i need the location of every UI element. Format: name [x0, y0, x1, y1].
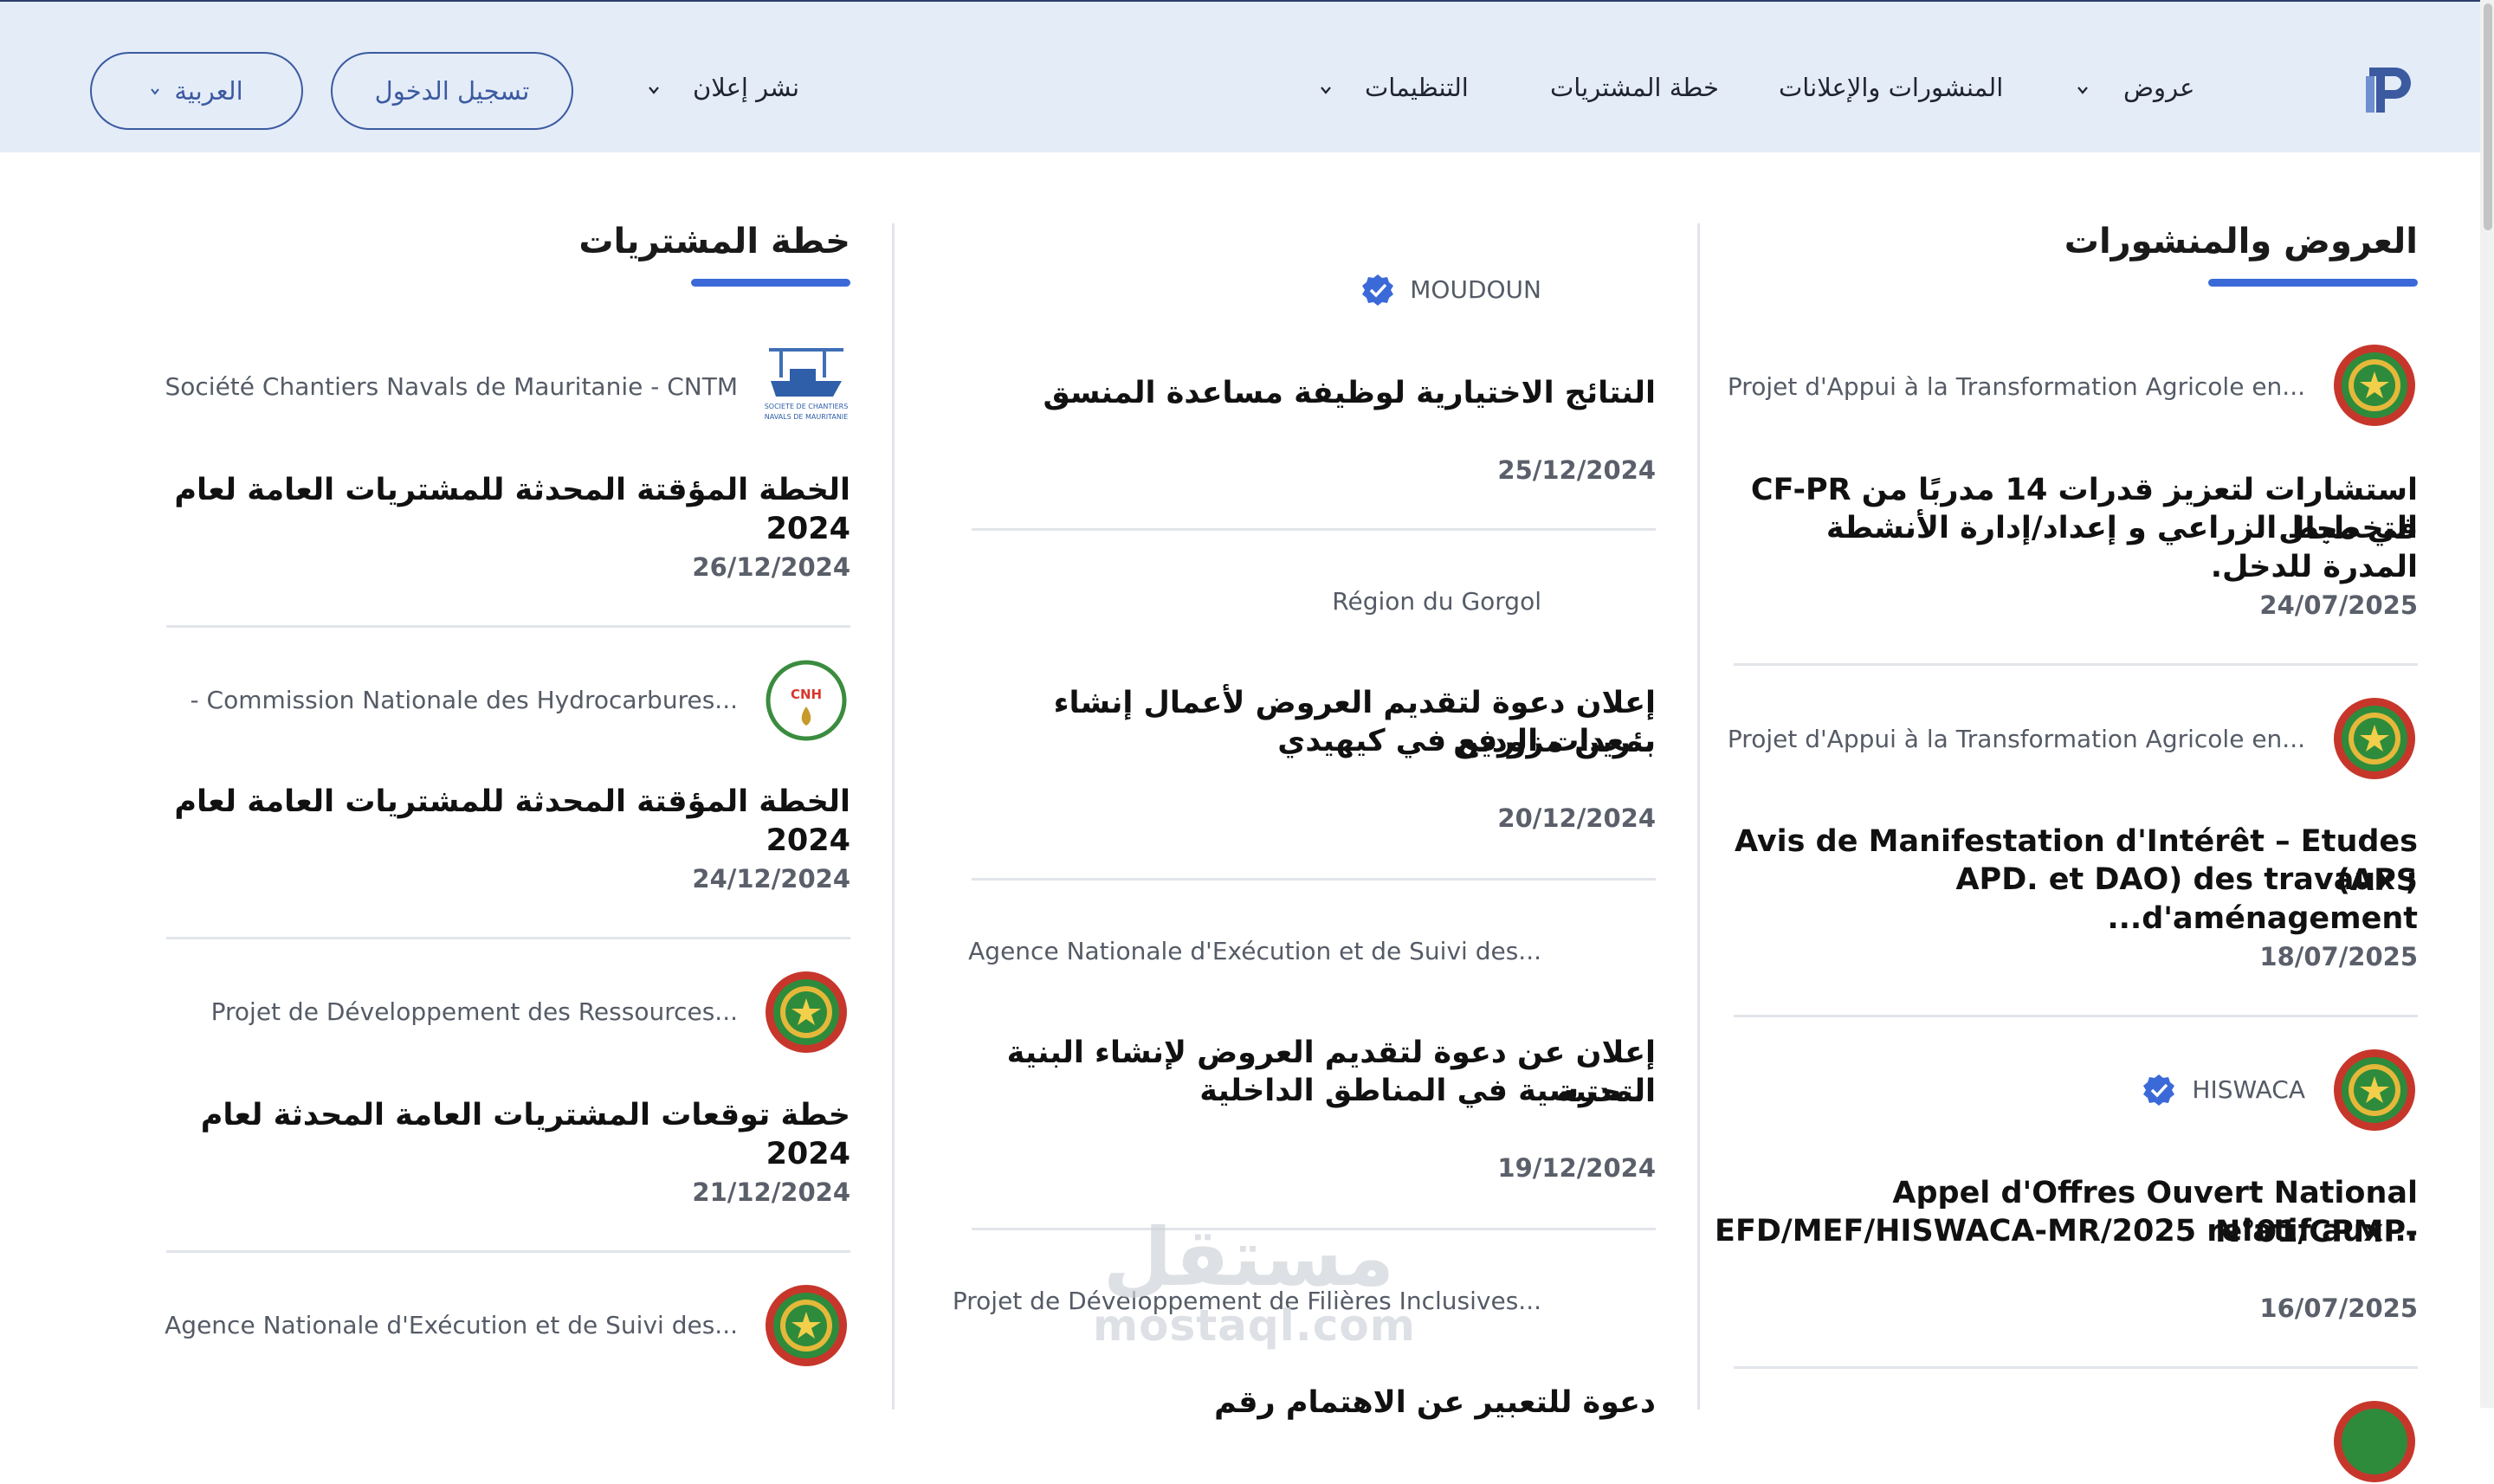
- item-separator: [972, 528, 1656, 531]
- section-underline: [691, 279, 850, 287]
- org-name: Projet de Développement des Ressources..…: [210, 997, 738, 1026]
- nav-procurement-plan[interactable]: خطة المشتريات: [1550, 73, 1719, 102]
- item-separator: [166, 625, 850, 628]
- item-title-line[interactable]: التخطيط الزراعي و إعداد/إدارة الأنشطة ال…: [1725, 509, 2418, 587]
- mauritania-seal-icon: [766, 1285, 847, 1366]
- item-date: 26/12/2024: [692, 552, 850, 582]
- column-divider: [892, 223, 895, 1410]
- item-date: 24/07/2025: [2259, 590, 2418, 620]
- scrollbar-thumb[interactable]: [2484, 3, 2492, 230]
- org-name: Région du Gorgol: [1332, 587, 1541, 616]
- mauritania-seal-icon: [2334, 1049, 2415, 1131]
- language-selector[interactable]: العربية: [90, 52, 303, 130]
- item-title-line[interactable]: دعوة للتعبير عن الاهتمام رقم: [963, 1384, 1656, 1423]
- item-title-line[interactable]: بمعدات الرفع في كيهيدي: [963, 722, 1656, 761]
- item-separator: [166, 1250, 850, 1253]
- item-title-line[interactable]: ; APD. et DAO) des travaux d'aménagement…: [1708, 861, 2418, 939]
- org-name: - Commission Nationale des Hydrocarbures…: [190, 686, 738, 714]
- logo-text: SOCIETE DE CHANTIERS: [765, 403, 849, 410]
- watermark-arabic: مستقل: [1102, 1211, 1395, 1304]
- item-title[interactable]: الخطة المؤقتة المحدثة للمشتريات العامة ل…: [158, 471, 850, 549]
- item-separator: [1734, 1366, 2418, 1369]
- item-title[interactable]: الخطة المؤقتة المحدثة للمشتريات العامة ل…: [158, 783, 850, 861]
- mauritania-seal-icon: [2334, 345, 2415, 426]
- page-scrollbar[interactable]: [2480, 0, 2494, 1408]
- section-title-offers: العروض والمنشورات: [2064, 222, 2418, 261]
- item-title-line[interactable]: المدرسية في المناطق الداخلية: [963, 1072, 1656, 1111]
- verified-badge-icon: [2143, 1074, 2174, 1106]
- chevron-down-icon: [151, 88, 160, 95]
- item-separator: [972, 878, 1656, 881]
- item-separator: [1734, 663, 2418, 666]
- section-underline: [2208, 279, 2418, 287]
- language-label: العربية: [174, 76, 243, 106]
- item-title-line[interactable]: النتائج الاختيارية لوظيفة مساعدة المنسق: [963, 374, 1656, 413]
- nav-publish-ad[interactable]: نشر إعلان: [693, 73, 799, 102]
- mauritania-seal-icon: [2334, 698, 2415, 779]
- nav-publications[interactable]: المنشورات والإعلانات: [1779, 73, 2003, 102]
- login-label: تسجيل الدخول: [374, 76, 530, 106]
- section-title-procurement: خطة المشتريات: [578, 222, 850, 261]
- chevron-down-icon[interactable]: [2077, 84, 2089, 96]
- item-title-line[interactable]: EFD/MEF/HISWACA-MR/2025 relatif aux...: [1708, 1212, 2418, 1251]
- org-name: HISWACA: [2192, 1075, 2305, 1104]
- item-date: 18/07/2025: [2259, 942, 2418, 971]
- chevron-down-icon[interactable]: [1320, 84, 1332, 96]
- org-name: Projet d'Appui à la Transformation Agric…: [1727, 372, 2305, 401]
- nav-offers[interactable]: عروض: [2123, 73, 2194, 102]
- mauritania-seal-icon: [766, 971, 847, 1053]
- item-date: 24/12/2024: [692, 864, 850, 894]
- org-name: Agence Nationale d'Exécution et de Suivi…: [968, 937, 1541, 965]
- item-date: 20/12/2024: [1497, 803, 1656, 833]
- login-button[interactable]: تسجيل الدخول: [331, 52, 573, 130]
- org-name: Société Chantiers Navals de Mauritanie -…: [165, 372, 739, 401]
- item-title[interactable]: خطة توقعات المشتريات العامة المحدثة لعام…: [158, 1096, 850, 1174]
- item-separator: [166, 937, 850, 939]
- cnh-logo-icon: CNH: [766, 660, 847, 741]
- top-navbar: عروض المنشورات والإعلانات خطة المشتريات …: [0, 0, 2494, 152]
- item-date: 25/12/2024: [1497, 455, 1656, 485]
- verified-badge-icon: [1362, 274, 1393, 306]
- ship-yard-logo-icon: SOCIETE DE CHANTIERS NAVALS DE MAURITANI…: [764, 343, 849, 428]
- logo-text: NAVALS DE MAURITANIE: [765, 413, 849, 421]
- org-name: Projet d'Appui à la Transformation Agric…: [1727, 725, 2305, 753]
- org-name: MOUDOUN: [1410, 275, 1541, 304]
- item-date: 16/07/2025: [2259, 1294, 2418, 1323]
- item-date: 21/12/2024: [692, 1178, 850, 1207]
- watermark: مستقل mostaql.com: [1093, 1211, 1416, 1352]
- chevron-down-icon[interactable]: [648, 84, 660, 96]
- nav-organizations[interactable]: التنظيمات: [1365, 73, 1469, 102]
- item-date: 19/12/2024: [1497, 1153, 1656, 1183]
- org-name: Agence Nationale d'Exécution et de Suivi…: [165, 1311, 738, 1339]
- item-separator: [1734, 1015, 2418, 1017]
- column-divider: [1697, 223, 1700, 1410]
- mauritania-seal-icon: [2334, 1401, 2415, 1482]
- logo-text: CNH: [791, 687, 822, 702]
- watermark-latin: mostaql.com: [1093, 1300, 1416, 1351]
- site-logo-icon[interactable]: [2362, 62, 2416, 116]
